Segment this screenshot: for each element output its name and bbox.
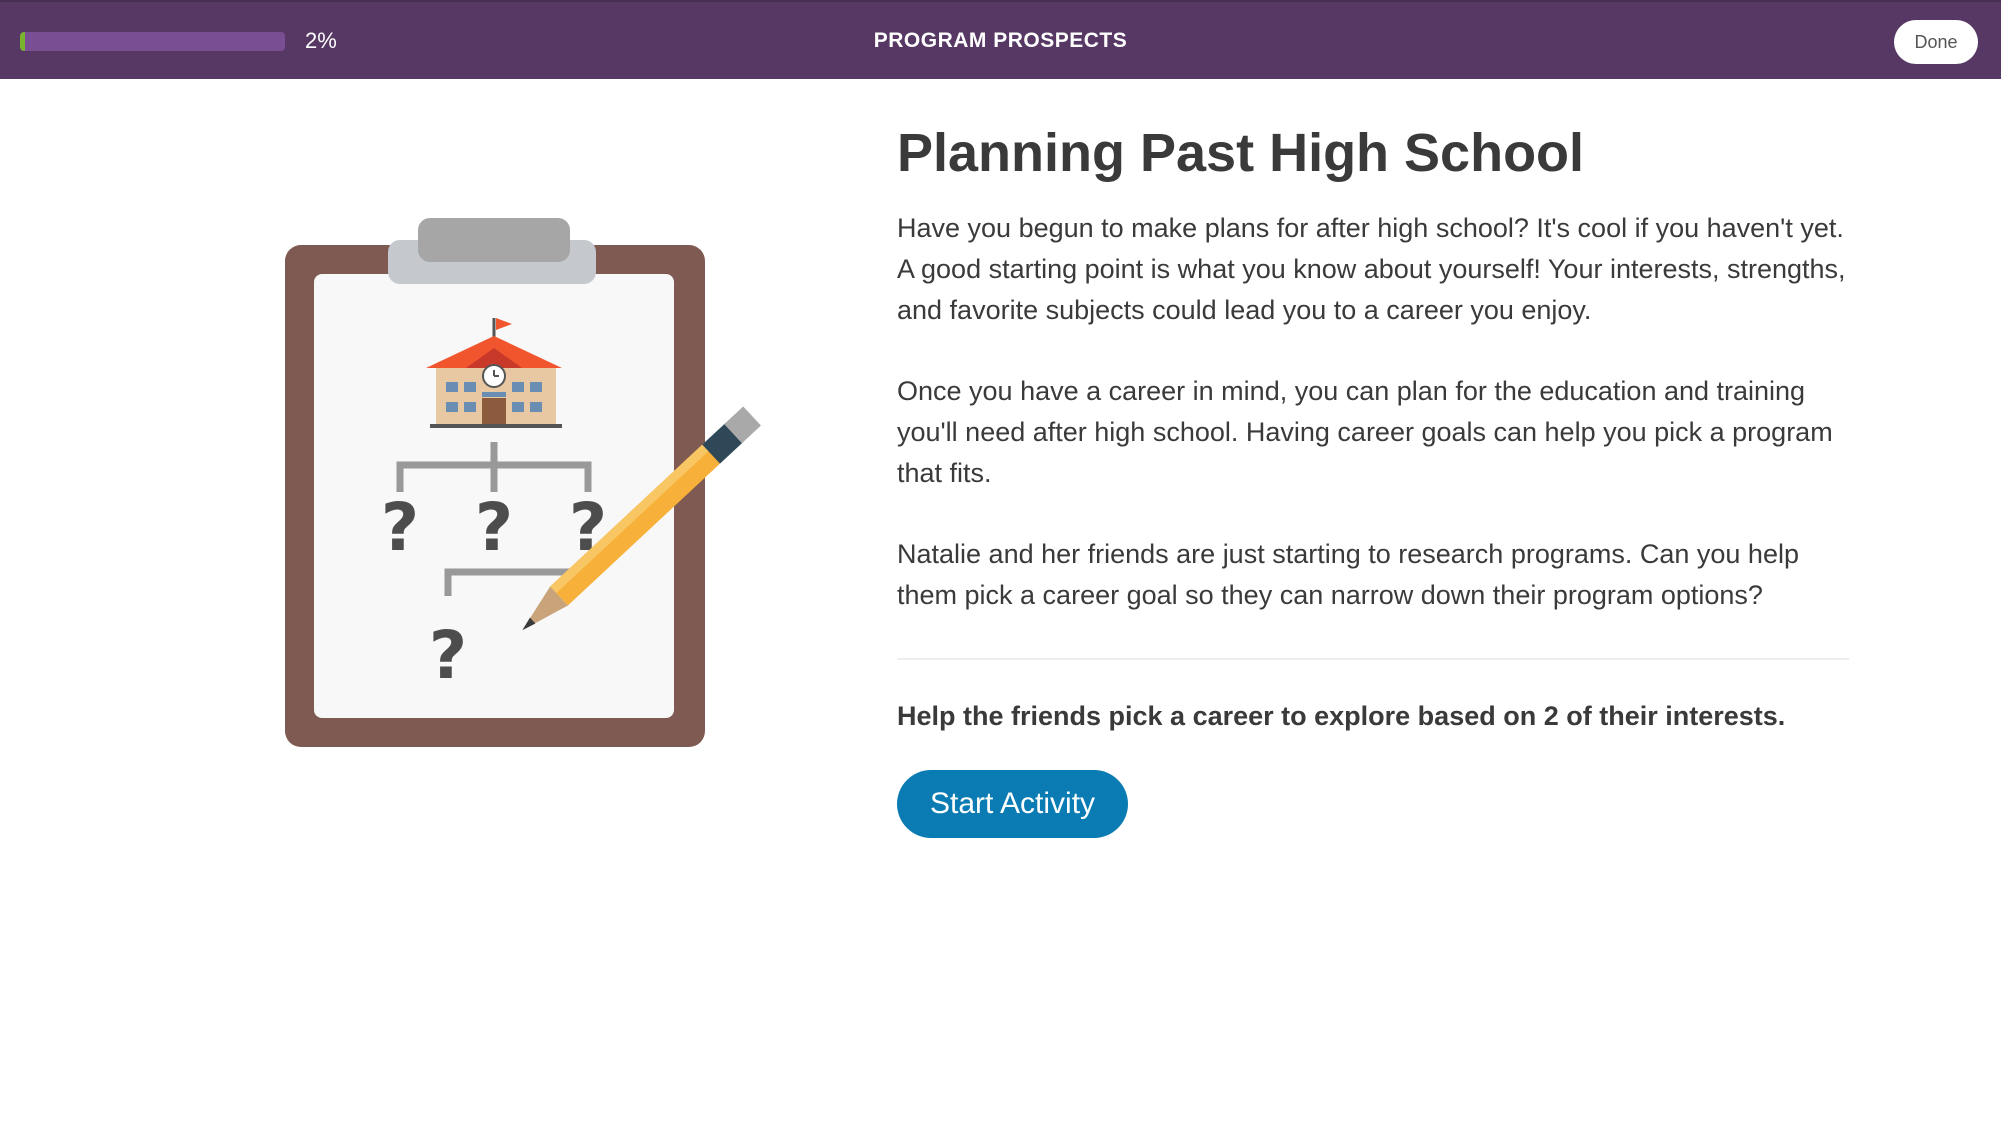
question-mark-1: ? [381, 489, 419, 566]
clipboard-clip-top [418, 218, 570, 262]
start-activity-button[interactable]: Start Activity [897, 770, 1129, 838]
career-paragraph: Once you have a career in mind, you can … [897, 376, 1833, 488]
divider [897, 658, 1849, 660]
program-title: PROGRAM PROSPECTS [873, 29, 1128, 52]
page-title: Planning Past High School [897, 123, 1585, 183]
intro-paragraph: Have you begun to make plans for after h… [897, 213, 1846, 325]
activity-prompt: Help the friends pick a career to explor… [897, 701, 1786, 731]
question-mark-2: ? [475, 489, 513, 566]
main-content: Planning Past High School Have you begun… [897, 118, 1857, 838]
top-bar: 2% PROGRAM PROSPECTS Done [0, 0, 2001, 79]
natalie-paragraph: Natalie and her friends are just startin… [897, 539, 1799, 610]
done-button[interactable]: Done [1894, 20, 1978, 64]
question-mark-4: ? [429, 617, 467, 694]
clipboard-illustration: ? ? ? ? [285, 218, 761, 747]
